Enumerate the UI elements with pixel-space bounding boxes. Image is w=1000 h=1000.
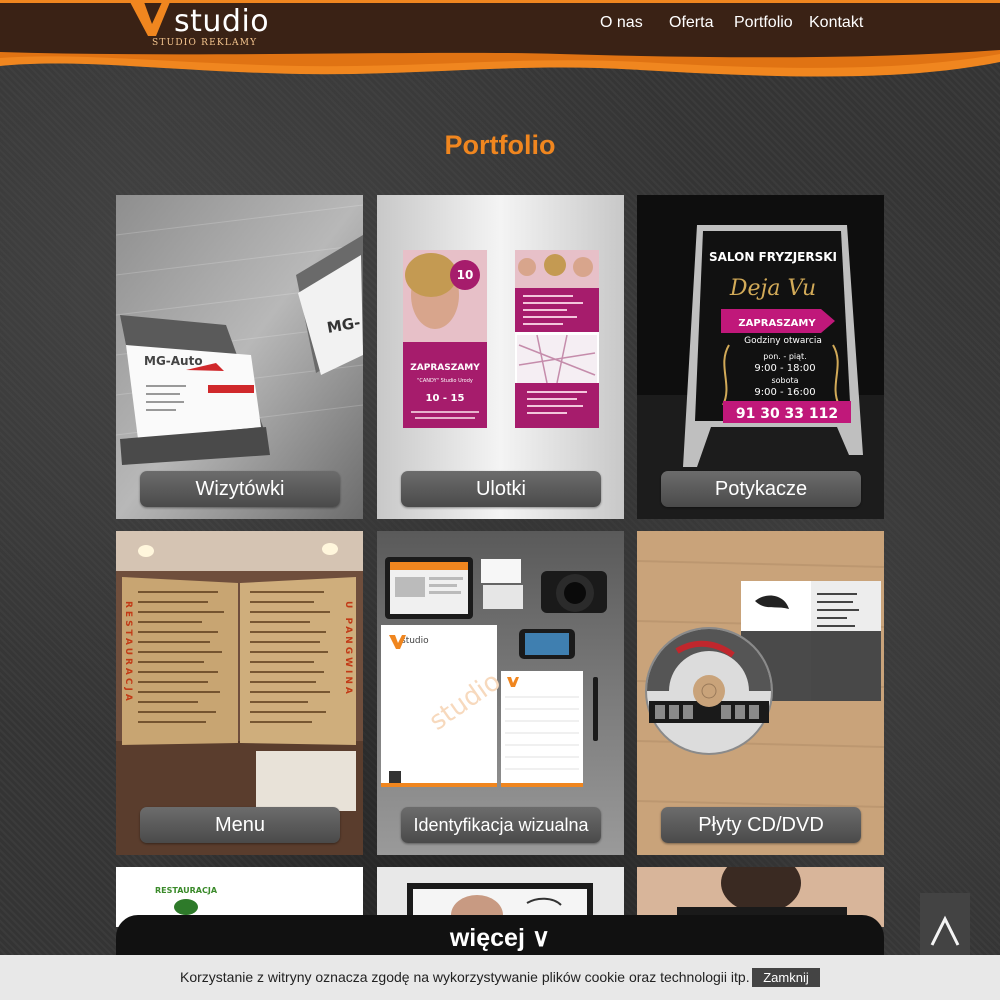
menu-vertical-left: RESTAURACJA	[123, 601, 133, 704]
logo-tagline: STUDIO REKLAMY	[152, 38, 258, 48]
portfolio-tile-cd-dvd[interactable]: Płyty CD/DVD	[637, 531, 884, 855]
restaurant-peek-label: RESTAURACJA	[155, 886, 218, 895]
tile-label-potykacze: Potykacze	[661, 471, 861, 507]
nav-item-kontakt[interactable]: Kontakt	[809, 14, 863, 32]
portfolio-tile-menu[interactable]: RESTAURACJA U PANGWINA Menu	[116, 531, 363, 855]
main-nav: O nas Oferta Portfolio Kontakt	[0, 14, 1000, 38]
ident-logo-letterhead: studio	[401, 636, 429, 646]
sign-title: SALON FRYZJERSKI	[709, 250, 837, 264]
nav-item-oferta[interactable]: Oferta	[669, 14, 713, 32]
sign-hours-label: Godziny otwarcia	[744, 336, 822, 346]
sign-phone: 91 30 33 112	[736, 406, 838, 422]
tile-label-menu: Menu	[140, 807, 340, 843]
sign-hours-2: 9:00 - 16:00	[754, 387, 815, 398]
sign-days-2: sobota	[771, 376, 798, 385]
flyer-badge: 10	[457, 268, 474, 282]
cookie-bar: Korzystanie z witryny oznacza zgodę na w…	[0, 955, 1000, 1000]
sign-cta: ZAPRASZAMY	[738, 318, 816, 329]
nav-item-o-nas[interactable]: O nas	[600, 14, 643, 32]
site-header: studio STUDIO REKLAMY O nas Oferta Portf…	[0, 0, 1000, 80]
more-button[interactable]: więcej ∨	[116, 923, 884, 953]
chevron-up-icon	[930, 915, 960, 946]
cookie-text: Korzystanie z witryny oznacza zgodę na w…	[180, 969, 750, 985]
portfolio-tile-visual-identity[interactable]: studio studio Identyfikacja wizualna	[377, 531, 624, 855]
tile-label-ulotki: Ulotki	[401, 471, 601, 507]
flyer-title: ZAPRASZAMY	[410, 363, 480, 373]
tile-label-identyfikacja-wizualna: Identyfikacja wizualna	[401, 807, 601, 843]
portfolio-tile-a-frame-signs[interactable]: SALON FRYZJERSKI Deja Vu ZAPRASZAMY Godz…	[637, 195, 884, 519]
flyer-hours: 10 - 15	[426, 393, 465, 404]
sign-hours-1: 9:00 - 18:00	[754, 363, 815, 374]
portfolio-tile-business-cards[interactable]: MG- MG-Auto Wizytówki	[116, 195, 363, 519]
sign-name: Deja Vu	[729, 276, 816, 301]
menu-vertical-right: U PANGWINA	[343, 601, 353, 697]
cookie-close-button[interactable]: Zamknij	[752, 968, 820, 987]
tile-label-plyty-cd-dvd: Płyty CD/DVD	[661, 807, 861, 843]
page-title: Portfolio	[444, 130, 556, 160]
portfolio-tile-flyers[interactable]: 10 ZAPRASZAMY "CANDY" Studio Urody 10 - …	[377, 195, 624, 519]
scroll-to-top-button[interactable]	[920, 893, 970, 959]
header-wave-decoration	[0, 48, 1000, 77]
tile-label-wizytowki: Wizytówki	[140, 471, 340, 507]
sign-days-1: pon. - piąt.	[763, 352, 806, 361]
card-brand-front: MG-Auto	[144, 354, 203, 368]
nav-item-portfolio[interactable]: Portfolio	[734, 14, 793, 32]
flyer-subtitle: "CANDY" Studio Urody	[417, 378, 473, 384]
